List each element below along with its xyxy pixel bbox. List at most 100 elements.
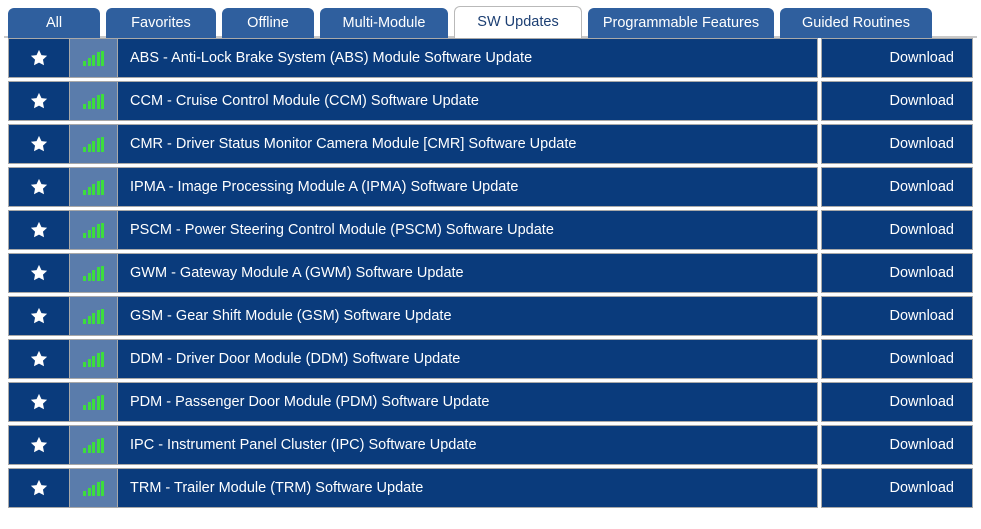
signal-bars-icon (83, 438, 104, 453)
download-label: Download (890, 308, 955, 324)
download-button[interactable]: Download (821, 210, 973, 250)
favorite-toggle[interactable] (8, 210, 70, 250)
signal-strength-indicator[interactable] (70, 339, 118, 379)
table-row[interactable]: PSCM - Power Steering Control Module (PS… (8, 210, 973, 250)
download-button[interactable]: Download (821, 339, 973, 379)
tab-offline[interactable]: Offline (222, 8, 314, 38)
signal-strength-indicator[interactable] (70, 382, 118, 422)
download-label: Download (890, 480, 955, 496)
star-icon (29, 435, 49, 455)
table-row[interactable]: ABS - Anti-Lock Brake System (ABS) Modul… (8, 38, 973, 78)
download-button[interactable]: Download (821, 468, 973, 508)
signal-strength-indicator[interactable] (70, 124, 118, 164)
update-title: IPMA - Image Processing Module A (IPMA) … (130, 179, 518, 195)
star-icon (29, 349, 49, 369)
download-button[interactable]: Download (821, 167, 973, 207)
favorite-toggle[interactable] (8, 425, 70, 465)
tab-favorites[interactable]: Favorites (106, 8, 216, 38)
table-row[interactable]: DDM - Driver Door Module (DDM) Software … (8, 339, 973, 379)
download-button[interactable]: Download (821, 253, 973, 293)
signal-strength-indicator[interactable] (70, 210, 118, 250)
table-row[interactable]: IPC - Instrument Panel Cluster (IPC) Sof… (8, 425, 973, 465)
update-title-cell[interactable]: GSM - Gear Shift Module (GSM) Software U… (118, 296, 818, 336)
star-icon (29, 48, 49, 68)
signal-strength-indicator[interactable] (70, 425, 118, 465)
download-label: Download (890, 351, 955, 367)
tab-programmable-features[interactable]: Programmable Features (588, 8, 774, 38)
update-title: PSCM - Power Steering Control Module (PS… (130, 222, 554, 238)
update-title: PDM - Passenger Door Module (PDM) Softwa… (130, 394, 489, 410)
signal-strength-indicator[interactable] (70, 38, 118, 78)
tab-all[interactable]: All (8, 8, 100, 38)
table-row[interactable]: IPMA - Image Processing Module A (IPMA) … (8, 167, 973, 207)
update-title-cell[interactable]: ABS - Anti-Lock Brake System (ABS) Modul… (118, 38, 818, 78)
signal-bars-icon (83, 51, 104, 66)
favorite-toggle[interactable] (8, 382, 70, 422)
signal-bars-icon (83, 137, 104, 152)
download-button[interactable]: Download (821, 38, 973, 78)
tab-multi-module[interactable]: Multi-Module (320, 8, 448, 38)
tab-bar: All Favorites Offline Multi-Module SW Up… (0, 0, 981, 38)
signal-strength-indicator[interactable] (70, 468, 118, 508)
update-title: CCM - Cruise Control Module (CCM) Softwa… (130, 93, 479, 109)
update-title-cell[interactable]: TRM - Trailer Module (TRM) Software Upda… (118, 468, 818, 508)
table-row[interactable]: PDM - Passenger Door Module (PDM) Softwa… (8, 382, 973, 422)
signal-strength-indicator[interactable] (70, 296, 118, 336)
download-label: Download (890, 136, 955, 152)
favorite-toggle[interactable] (8, 468, 70, 508)
favorite-toggle[interactable] (8, 38, 70, 78)
signal-bars-icon (83, 309, 104, 324)
signal-strength-indicator[interactable] (70, 167, 118, 207)
favorite-toggle[interactable] (8, 81, 70, 121)
star-icon (29, 392, 49, 412)
update-title-cell[interactable]: PSCM - Power Steering Control Module (PS… (118, 210, 818, 250)
tab-sw-updates[interactable]: SW Updates (454, 6, 582, 38)
star-icon (29, 478, 49, 498)
star-icon (29, 134, 49, 154)
star-icon (29, 220, 49, 240)
favorite-toggle[interactable] (8, 124, 70, 164)
download-button[interactable]: Download (821, 382, 973, 422)
download-label: Download (890, 394, 955, 410)
update-title: GWM - Gateway Module A (GWM) Software Up… (130, 265, 464, 281)
signal-strength-indicator[interactable] (70, 253, 118, 293)
table-row[interactable]: CMR - Driver Status Monitor Camera Modul… (8, 124, 973, 164)
favorite-toggle[interactable] (8, 339, 70, 379)
table-row[interactable]: GSM - Gear Shift Module (GSM) Software U… (8, 296, 973, 336)
download-label: Download (890, 222, 955, 238)
favorite-toggle[interactable] (8, 253, 70, 293)
update-title: DDM - Driver Door Module (DDM) Software … (130, 351, 460, 367)
update-title-cell[interactable]: GWM - Gateway Module A (GWM) Software Up… (118, 253, 818, 293)
star-icon (29, 263, 49, 283)
signal-strength-indicator[interactable] (70, 81, 118, 121)
favorite-toggle[interactable] (8, 167, 70, 207)
download-button[interactable]: Download (821, 296, 973, 336)
download-button[interactable]: Download (821, 124, 973, 164)
download-button[interactable]: Download (821, 81, 973, 121)
download-label: Download (890, 93, 955, 109)
download-label: Download (890, 50, 955, 66)
update-title-cell[interactable]: PDM - Passenger Door Module (PDM) Softwa… (118, 382, 818, 422)
update-title-cell[interactable]: CCM - Cruise Control Module (CCM) Softwa… (118, 81, 818, 121)
download-button[interactable]: Download (821, 425, 973, 465)
signal-bars-icon (83, 352, 104, 367)
module-update-panel: All Favorites Offline Multi-Module SW Up… (0, 0, 981, 529)
software-update-list: ABS - Anti-Lock Brake System (ABS) Modul… (0, 38, 981, 508)
table-row[interactable]: GWM - Gateway Module A (GWM) Software Up… (8, 253, 973, 293)
table-row[interactable]: CCM - Cruise Control Module (CCM) Softwa… (8, 81, 973, 121)
signal-bars-icon (83, 266, 104, 281)
signal-bars-icon (83, 395, 104, 410)
update-title-cell[interactable]: CMR - Driver Status Monitor Camera Modul… (118, 124, 818, 164)
download-label: Download (890, 265, 955, 281)
star-icon (29, 306, 49, 326)
update-title: ABS - Anti-Lock Brake System (ABS) Modul… (130, 50, 532, 66)
table-row[interactable]: TRM - Trailer Module (TRM) Software Upda… (8, 468, 973, 508)
download-label: Download (890, 179, 955, 195)
update-title-cell[interactable]: DDM - Driver Door Module (DDM) Software … (118, 339, 818, 379)
signal-bars-icon (83, 223, 104, 238)
update-title-cell[interactable]: IPMA - Image Processing Module A (IPMA) … (118, 167, 818, 207)
tab-guided-routines[interactable]: Guided Routines (780, 8, 932, 38)
update-title-cell[interactable]: IPC - Instrument Panel Cluster (IPC) Sof… (118, 425, 818, 465)
favorite-toggle[interactable] (8, 296, 70, 336)
signal-bars-icon (83, 481, 104, 496)
